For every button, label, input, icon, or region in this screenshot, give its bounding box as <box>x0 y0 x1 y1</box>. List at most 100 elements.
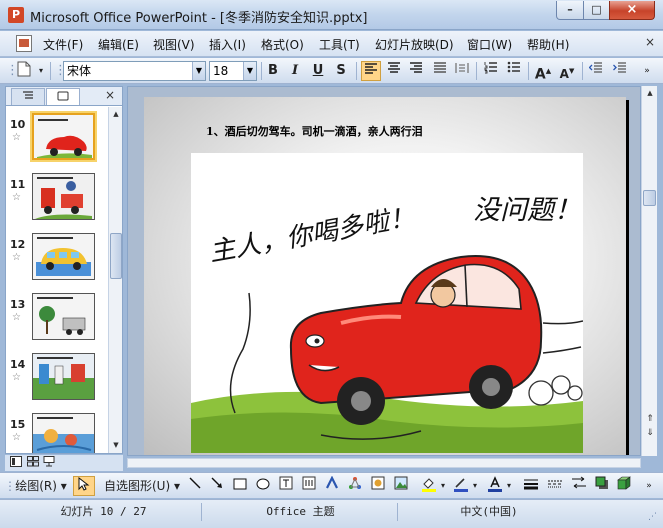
dash-style-icon[interactable] <box>545 476 565 496</box>
new-dropdown-icon[interactable]: ▾ <box>36 61 46 81</box>
oval-tool-icon[interactable] <box>254 476 272 496</box>
toolbar-grip-icon[interactable]: ⋮ <box>6 61 19 81</box>
chevron-down-icon[interactable]: ▾ <box>504 476 514 496</box>
align-right-icon[interactable] <box>406 61 426 81</box>
draw-menu-button[interactable]: 绘图(R) ▾ <box>12 476 70 496</box>
slide-horizontal-scrollbar[interactable] <box>127 458 641 468</box>
chevron-down-icon[interactable]: ▼ <box>192 62 205 80</box>
close-button[interactable]: × <box>609 1 655 20</box>
rectangle-tool-icon[interactable] <box>231 476 249 496</box>
toolbar-options-icon[interactable]: » <box>640 61 654 81</box>
view-switcher <box>5 455 123 471</box>
slide-thumbnail[interactable] <box>32 413 95 453</box>
grow-font-button[interactable]: A▲ <box>532 61 554 83</box>
diagram-icon[interactable] <box>346 476 364 496</box>
shrink-font-button[interactable]: A▼ <box>556 61 578 81</box>
slide-thumbnail-row[interactable]: 10 ☆ <box>6 110 106 170</box>
arrow-style-icon[interactable] <box>569 476 589 496</box>
close-document-icon[interactable]: × <box>645 35 655 49</box>
slideshow-icon[interactable] <box>42 456 56 470</box>
chevron-down-icon[interactable]: ▾ <box>438 476 448 496</box>
toolbar-grip-icon[interactable]: ⋮ <box>54 61 67 81</box>
new-document-icon[interactable] <box>14 61 34 81</box>
toolbar-grip-icon[interactable]: ⋮ <box>4 476 16 496</box>
slide-thumbnail-row[interactable]: 14 ☆ <box>6 350 106 410</box>
animation-star-icon: ☆ <box>12 372 21 383</box>
menu-format[interactable]: 格式(O) <box>261 36 304 53</box>
justify-icon[interactable] <box>430 61 450 81</box>
scroll-down-icon[interactable]: ▼ <box>110 438 122 452</box>
bold-button[interactable]: B <box>264 61 282 81</box>
slide-vertical-scrollbar[interactable]: ▲ ⇑ ⇓ <box>641 86 657 456</box>
3d-style-icon[interactable] <box>615 476 633 496</box>
maximize-button[interactable]: □ <box>583 1 610 20</box>
slide-scroll-thumb[interactable] <box>643 190 656 206</box>
menu-help[interactable]: 帮助(H) <box>527 36 569 53</box>
resize-grip-icon[interactable]: ⋰ <box>648 512 657 522</box>
menu-slideshow[interactable]: 幻灯片放映(D) <box>375 36 454 53</box>
next-slide-icon[interactable]: ⇓ <box>644 426 656 440</box>
italic-button[interactable]: I <box>286 61 304 81</box>
textbox-tool-icon[interactable] <box>277 476 295 496</box>
slide-thumbnail-row[interactable]: 12 ☆ <box>6 230 106 290</box>
slide-thumbnail[interactable] <box>32 293 95 340</box>
slide-canvas[interactable]: 1、酒后切勿驾车。司机一滴酒，亲人两行泪 主人，你喝多啦！ 没问题！ <box>144 97 626 455</box>
menu-edit[interactable]: 编辑(E) <box>98 36 139 53</box>
tab-slides[interactable] <box>46 88 80 105</box>
panel-scroll-thumb[interactable] <box>110 233 122 279</box>
panel-scrollbar[interactable]: ▲ ▼ <box>108 107 122 453</box>
slide-thumbnail[interactable] <box>32 173 95 220</box>
underline-button[interactable]: U <box>309 61 327 81</box>
slide-thumbnail[interactable] <box>32 233 95 280</box>
panel-close-icon[interactable]: × <box>105 88 115 102</box>
slide-thumbnail-row[interactable]: 11 ☆ <box>6 170 106 230</box>
slide-thumbnail-row[interactable]: 15 ☆ <box>6 410 106 453</box>
toolbar-options-icon[interactable]: » <box>642 476 656 496</box>
align-center-icon[interactable] <box>384 61 404 81</box>
slide-thumbnail-row[interactable]: 13 ☆ <box>6 290 106 350</box>
arrow-tool-icon[interactable] <box>208 476 226 496</box>
menu-tools[interactable]: 工具(T) <box>319 36 360 53</box>
slide-thumbnail[interactable] <box>30 111 97 162</box>
vertical-textbox-icon[interactable] <box>300 476 318 496</box>
menu-file[interactable]: 文件(F) <box>43 36 83 53</box>
distribute-icon[interactable] <box>452 61 472 81</box>
wordart-icon[interactable] <box>323 475 341 496</box>
menu-insert[interactable]: 插入(I) <box>209 36 246 53</box>
insert-picture-icon[interactable] <box>392 476 410 496</box>
scroll-up-icon[interactable]: ▲ <box>110 107 122 121</box>
chevron-down-icon[interactable]: ▾ <box>470 476 480 496</box>
shadow-style-icon[interactable] <box>593 476 611 496</box>
bullets-icon[interactable] <box>504 61 524 81</box>
autoshapes-menu-button[interactable]: 自选图形(U) ▾ <box>101 476 183 496</box>
minimize-button[interactable]: – <box>556 1 584 20</box>
normal-view-icon[interactable] <box>9 456 23 470</box>
tab-outline[interactable] <box>11 88 45 105</box>
chevron-down-icon[interactable]: ▼ <box>243 62 256 80</box>
font-color-icon[interactable] <box>486 476 504 496</box>
numbering-icon[interactable] <box>481 61 501 81</box>
font-size-select[interactable]: 18 ▼ <box>209 61 257 81</box>
powerpoint-icon[interactable]: P <box>8 7 24 23</box>
slide-title[interactable]: 1、酒后切勿驾车。司机一滴酒，亲人两行泪 <box>206 123 423 139</box>
menu-window[interactable]: 窗口(W) <box>467 36 512 53</box>
thumbnail-image <box>33 234 94 279</box>
increase-indent-icon[interactable] <box>610 61 630 81</box>
fill-color-icon[interactable] <box>420 476 438 496</box>
select-pointer-icon[interactable] <box>73 476 95 496</box>
shadow-button[interactable]: S <box>332 61 350 81</box>
line-tool-icon[interactable] <box>186 476 204 496</box>
document-icon[interactable] <box>16 35 32 52</box>
clip-art-icon[interactable] <box>369 476 387 496</box>
decrease-indent-icon[interactable] <box>586 61 606 81</box>
font-name-select[interactable]: 宋体 ▼ <box>63 61 206 81</box>
align-left-icon[interactable] <box>361 61 381 81</box>
line-style-icon[interactable] <box>521 476 541 496</box>
cartoon-image[interactable]: 主人，你喝多啦！ 没问题！ <box>191 153 584 453</box>
slide-thumbnail[interactable] <box>32 353 95 400</box>
menu-view[interactable]: 视图(V) <box>153 36 195 53</box>
previous-slide-icon[interactable]: ⇑ <box>644 412 656 426</box>
slide-sorter-icon[interactable] <box>26 456 40 470</box>
line-color-icon[interactable] <box>452 476 470 496</box>
scroll-up-icon[interactable]: ▲ <box>644 86 656 100</box>
